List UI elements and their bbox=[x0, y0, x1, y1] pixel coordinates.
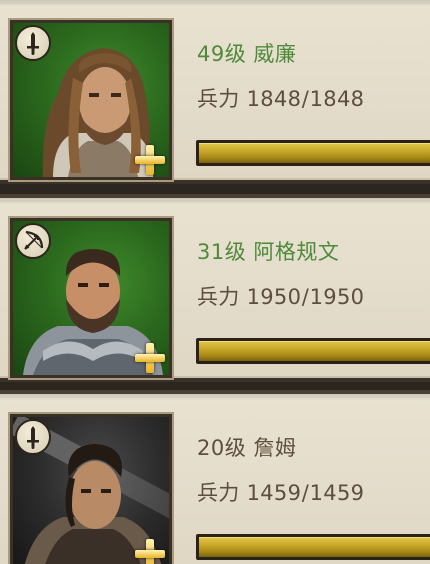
sword-icon bbox=[27, 32, 39, 55]
plus-icon[interactable] bbox=[133, 143, 167, 177]
troops-current: 1459 bbox=[246, 481, 302, 505]
hero-card[interactable]: 49级 威廉 兵力 1848/1848 bbox=[0, 0, 430, 184]
troops-bar-fill bbox=[199, 143, 430, 163]
troops-max: 1459 bbox=[309, 481, 365, 505]
troops-line: 兵力 1950/1950 bbox=[197, 285, 365, 309]
hero-card[interactable]: 31级 阿格规文 兵力 1950/1950 bbox=[0, 194, 430, 382]
troops-bar bbox=[196, 338, 430, 364]
hero-list: 49级 威廉 兵力 1848/1848 31级 阿格规文 兵力 1950/195… bbox=[0, 0, 430, 564]
hero-level: 31级 bbox=[197, 240, 247, 264]
hero-portrait[interactable] bbox=[8, 216, 174, 380]
troops-max: 1848 bbox=[309, 87, 365, 111]
hero-name-line: 31级 阿格规文 bbox=[197, 236, 339, 266]
hero-name: 詹姆 bbox=[253, 436, 297, 460]
hero-portrait[interactable] bbox=[8, 18, 174, 182]
hero-name: 阿格规文 bbox=[253, 240, 340, 264]
troops-current: 1848 bbox=[246, 87, 302, 111]
troops-label: 兵力 bbox=[197, 285, 240, 309]
hero-level: 49级 bbox=[197, 42, 247, 66]
hero-card[interactable]: 20级 詹姆 兵力 1459/1459 bbox=[0, 390, 430, 564]
class-badge bbox=[15, 223, 51, 259]
troops-line: 兵力 1848/1848 bbox=[197, 87, 365, 111]
troops-label: 兵力 bbox=[197, 481, 240, 505]
plus-icon[interactable] bbox=[133, 537, 167, 564]
plus-icon[interactable] bbox=[133, 341, 167, 375]
bow-icon bbox=[24, 230, 44, 250]
hero-name-line: 49级 威廉 bbox=[197, 38, 296, 68]
hero-name-line: 20级 詹姆 bbox=[197, 432, 296, 462]
troops-line: 兵力 1459/1459 bbox=[197, 481, 365, 505]
sword-icon bbox=[27, 426, 39, 449]
class-badge bbox=[15, 419, 51, 455]
troops-bar-fill bbox=[199, 537, 430, 557]
troops-max: 1950 bbox=[309, 285, 365, 309]
hero-level: 20级 bbox=[197, 436, 247, 460]
troops-bar bbox=[196, 140, 430, 166]
troops-bar-fill bbox=[199, 341, 430, 361]
hero-name: 威廉 bbox=[253, 42, 297, 66]
class-badge bbox=[15, 25, 51, 61]
troops-bar bbox=[196, 534, 430, 560]
hero-portrait[interactable] bbox=[8, 412, 174, 564]
troops-current: 1950 bbox=[246, 285, 302, 309]
troops-label: 兵力 bbox=[197, 87, 240, 111]
